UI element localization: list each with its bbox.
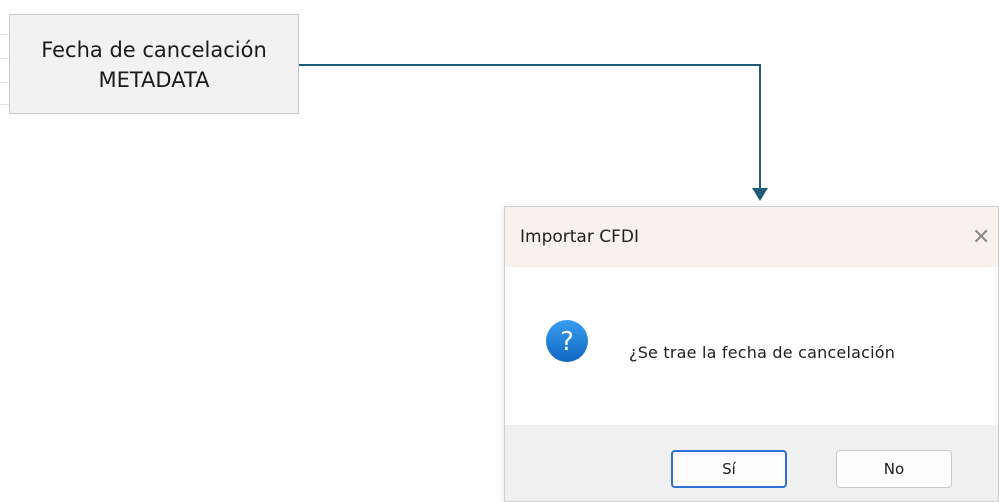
question-icon: ? (546, 320, 588, 362)
dialog-footer: Sí No (505, 425, 998, 501)
dialog-content: ? ¿Se trae la fecha de cancelación (505, 267, 998, 425)
dialog-title: Importar CFDI (520, 227, 639, 247)
dialog-titlebar: Importar CFDI ✕ (505, 207, 998, 267)
svg-text:?: ? (560, 327, 574, 357)
gridline (0, 58, 9, 59)
close-button[interactable]: ✕ (972, 221, 998, 253)
no-button[interactable]: No (836, 450, 952, 488)
close-icon: ✕ (972, 224, 991, 250)
import-cfdi-dialog: Importar CFDI ✕ ? ¿Se trae la fecha de c… (504, 206, 999, 502)
column-header-line1: Fecha de cancelación (41, 38, 267, 62)
stage: Fecha de cancelación METADATA Importar C… (0, 0, 999, 502)
yes-button[interactable]: Sí (671, 450, 787, 488)
dialog-message: ¿Se trae la fecha de cancelación (629, 343, 896, 362)
connector-line (299, 64, 761, 190)
gridline (0, 82, 9, 83)
column-header-cell[interactable]: Fecha de cancelación METADATA (9, 14, 299, 114)
gridline (0, 104, 9, 105)
arrowhead-icon (752, 188, 768, 201)
gridline (0, 34, 9, 35)
column-header-line2: METADATA (98, 68, 210, 92)
